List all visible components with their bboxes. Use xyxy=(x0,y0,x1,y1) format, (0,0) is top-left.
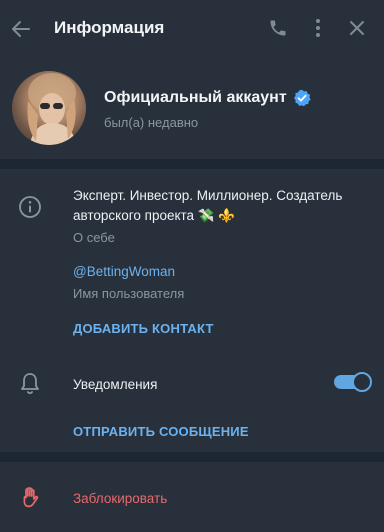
username-caption: Имя пользователя xyxy=(73,286,185,301)
username-link[interactable]: @BettingWoman xyxy=(73,264,175,279)
phone-icon[interactable] xyxy=(268,18,288,38)
avatar-photo xyxy=(27,73,76,145)
bell-icon xyxy=(21,373,39,395)
last-seen-status: был(а) недавно xyxy=(104,115,199,130)
avatar[interactable] xyxy=(12,71,86,145)
more-vertical-icon[interactable] xyxy=(308,17,328,39)
bio-text: Эксперт. Инвестор. Миллионер. Создатель … xyxy=(73,188,343,223)
profile-name: Официальный аккаунт xyxy=(104,89,287,106)
verified-badge-icon xyxy=(293,89,311,107)
notifications-toggle[interactable] xyxy=(334,372,372,392)
profile-section: Официальный аккаунт был(а) недавно xyxy=(0,59,384,159)
bio-caption: О себе xyxy=(73,230,115,245)
header-bar: Информация xyxy=(0,0,384,59)
info-section: Эксперт. Инвестор. Миллионер. Создатель … xyxy=(0,169,384,452)
close-icon[interactable] xyxy=(348,19,366,37)
info-icon xyxy=(19,196,41,218)
send-message-button[interactable]: ОТПРАВИТЬ СООБЩЕНИЕ xyxy=(73,424,249,439)
add-contact-button[interactable]: ДОБАВИТЬ КОНТАКТ xyxy=(73,321,214,336)
notifications-label: Уведомления xyxy=(73,377,158,392)
name-row: Официальный аккаунт xyxy=(104,89,311,107)
hand-stop-icon xyxy=(23,487,39,508)
toggle-knob xyxy=(352,372,372,392)
page-title: Информация xyxy=(54,18,165,37)
back-arrow-icon[interactable] xyxy=(10,18,32,40)
block-user-button[interactable]: Заблокировать xyxy=(73,491,167,506)
block-section: Заблокировать xyxy=(0,462,384,532)
